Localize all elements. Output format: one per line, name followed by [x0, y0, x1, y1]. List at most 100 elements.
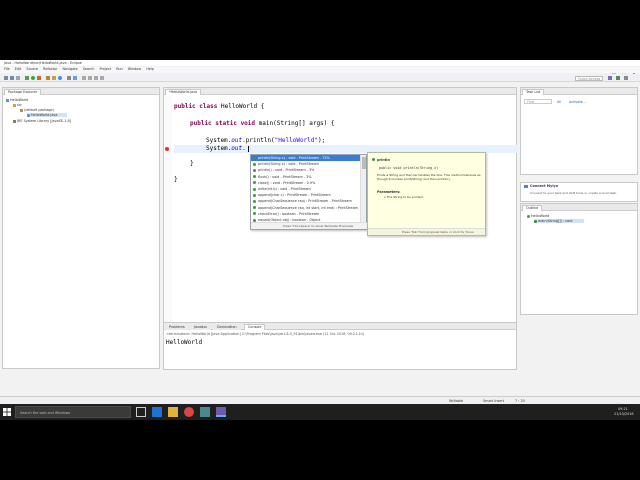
- tree-label: JRE System Library [JavaSE-1.8]: [17, 119, 71, 123]
- tree-item-package[interactable]: (default package): [20, 108, 54, 112]
- java-perspective-icon[interactable]: [608, 76, 612, 80]
- tree-label: HelloWorld.java: [31, 113, 58, 117]
- main-toolbar: [0, 74, 640, 82]
- proposal-label: println(String x) : void - PrintStream: [258, 162, 319, 167]
- menu-refactor[interactable]: Refactor: [43, 67, 57, 71]
- tree-item-helloworld-java[interactable]: HelloWorld.java: [27, 113, 67, 117]
- proposal-label: flush() : void - PrintStream - 3%: [258, 174, 312, 179]
- next-annotation-icon[interactable]: [88, 76, 92, 80]
- class-icon: [527, 214, 530, 218]
- menu-bar: File Edit Source Refactor Navigate Searc…: [0, 67, 640, 73]
- menu-edit[interactable]: Edit: [15, 67, 22, 71]
- task-view-icon[interactable]: [136, 407, 146, 417]
- search-icon[interactable]: [73, 76, 77, 80]
- mylyn-header: Connect Mylyn: [530, 184, 559, 188]
- clock-date: 21/10/2016: [614, 412, 634, 416]
- chrome-icon[interactable]: [184, 407, 194, 417]
- tab-console[interactable]: Console: [244, 324, 266, 330]
- edge-icon[interactable]: [152, 407, 162, 417]
- tab-javadoc[interactable]: Javadoc: [190, 324, 212, 330]
- title-bar: Java - HelloWorld/src/HelloWorld.java - …: [0, 60, 640, 76]
- print-icon[interactable]: [16, 76, 20, 80]
- library-icon: [13, 119, 16, 123]
- run-icon[interactable]: [31, 76, 35, 80]
- javadoc-popup[interactable]: println public void println(String x) Pr…: [367, 152, 486, 236]
- menu-search[interactable]: Search: [83, 67, 95, 71]
- eclipse-screen: Java - HelloWorld/src/HelloWorld.java - …: [0, 60, 640, 420]
- tab-task-list[interactable]: Task List: [522, 89, 545, 95]
- package-explorer-panel: Package Explorer HelloWorld src (default…: [2, 87, 160, 369]
- menu-source[interactable]: Source: [26, 67, 38, 71]
- menu-navigate[interactable]: Navigate: [62, 67, 77, 71]
- scrollbar-thumb[interactable]: [362, 157, 366, 169]
- prev-annotation-icon[interactable]: [82, 76, 86, 80]
- editor-gutter[interactable]: [164, 95, 172, 339]
- outline-label: main(String[]) : void: [538, 219, 573, 223]
- new-icon[interactable]: [4, 76, 8, 80]
- windows-taskbar: Search the web and Windows 09:21 21/10/2…: [0, 404, 640, 420]
- file-explorer-icon[interactable]: [168, 407, 178, 417]
- tab-problems[interactable]: Problems: [165, 324, 189, 330]
- code-line-5: }: [190, 160, 194, 167]
- method-icon: [253, 175, 256, 179]
- javadoc-params-header: Parameters:: [377, 190, 401, 194]
- outline-item-main[interactable]: main(String[]) : void: [534, 219, 584, 223]
- outline-item-class[interactable]: HelloWorld: [527, 214, 549, 218]
- code-text: main(String[] args) {: [255, 120, 335, 127]
- method-icon: [253, 168, 256, 172]
- find-placeholder: Find: [527, 100, 534, 104]
- debug-icon[interactable]: [25, 76, 29, 80]
- tab-package-explorer[interactable]: Package Explorer: [4, 89, 42, 95]
- tab-label: *HelloWorld.java: [169, 90, 198, 94]
- external-tools-icon[interactable]: [37, 76, 41, 80]
- console-info: <terminated> HelloWorld [Java Applicatio…: [166, 332, 365, 336]
- connect-mylyn-panel: Connect Mylyn Connect to your task and A…: [520, 182, 638, 202]
- menu-window[interactable]: Window: [128, 67, 141, 71]
- forward-icon[interactable]: [100, 76, 104, 80]
- menu-project[interactable]: Project: [100, 67, 112, 71]
- error-marker-icon[interactable]: [165, 147, 169, 151]
- package-explorer-tabbar: Package Explorer: [3, 88, 159, 95]
- windows-start-icon[interactable]: [2, 407, 12, 417]
- tree-item-src[interactable]: src: [13, 103, 22, 107]
- tab-label: Package Explorer: [8, 90, 38, 94]
- proposal-scrollbar[interactable]: [360, 155, 366, 223]
- mylyn-text[interactable]: Connect to your task and ALM tools or cr…: [530, 191, 617, 195]
- code-line-4: System.out.: [206, 145, 246, 152]
- debug-perspective-icon[interactable]: [616, 76, 620, 80]
- tab-declaration[interactable]: Declaration: [213, 324, 241, 330]
- field: out: [231, 137, 243, 144]
- tree-item-jre[interactable]: JRE System Library [JavaSE-1.8]: [13, 119, 71, 123]
- new-class-icon[interactable]: [58, 76, 62, 80]
- save-icon[interactable]: [10, 76, 14, 80]
- new-package-icon[interactable]: [52, 76, 56, 80]
- back-icon[interactable]: [94, 76, 98, 80]
- proposal-label: println() : void - PrintStream - 3%: [258, 168, 315, 173]
- filter-all-link[interactable]: All: [557, 100, 561, 104]
- menu-help[interactable]: Help: [146, 67, 154, 71]
- store-icon[interactable]: [200, 407, 210, 417]
- tab-outline[interactable]: Outline: [522, 205, 543, 211]
- method-icon: [253, 181, 256, 185]
- menu-file[interactable]: File: [4, 67, 10, 71]
- tree-item-project[interactable]: HelloWorld: [6, 98, 28, 102]
- content-assist-popup[interactable]: println(String x) : void - PrintStream -…: [250, 154, 368, 230]
- console-output[interactable]: HelloWorld: [166, 339, 202, 346]
- task-list-tabbar: Task List: [521, 88, 637, 95]
- clock-time: 09:21: [618, 407, 628, 411]
- quick-access-input[interactable]: Quick Access: [575, 76, 603, 81]
- javadoc-description: Prints a String and then terminates the …: [377, 173, 481, 181]
- tab-label: Javadoc: [194, 325, 208, 329]
- proposal-list[interactable]: println(String x) : void - PrintStream -…: [251, 155, 361, 223]
- task-find-input[interactable]: Find: [524, 99, 552, 104]
- open-perspective-icon[interactable]: [624, 76, 628, 80]
- task-list-panel: Task List Find All Activate...: [520, 87, 638, 175]
- javadoc-param: x The String to be printed.: [384, 195, 424, 199]
- eclipse-taskbar-icon[interactable]: [216, 407, 226, 417]
- activate-link[interactable]: Activate...: [569, 100, 586, 104]
- open-type-icon[interactable]: [67, 76, 71, 80]
- quick-access-placeholder: Quick Access: [578, 77, 601, 81]
- new-java-project-icon[interactable]: [46, 76, 50, 80]
- taskbar-search-input[interactable]: Search the web and Windows: [15, 406, 131, 418]
- menu-run[interactable]: Run: [116, 67, 123, 71]
